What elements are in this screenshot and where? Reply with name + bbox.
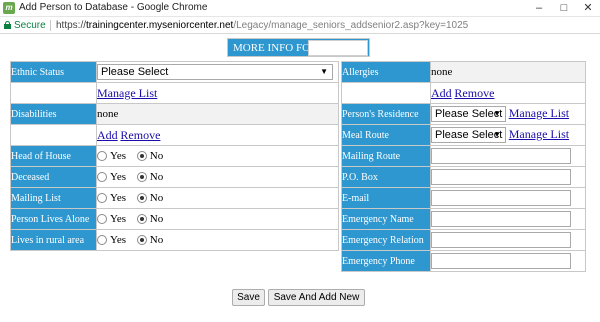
rural-area-no-radio[interactable] xyxy=(136,235,147,246)
emergency-phone-input[interactable] xyxy=(431,253,571,269)
disabilities-remove-link[interactable]: Remove xyxy=(120,128,160,142)
right-form-table: Allergies none Add Remove Person's Resid… xyxy=(341,61,586,272)
more-info-header: MORE INFO FOR xyxy=(227,38,370,57)
blank-cell xyxy=(10,82,97,104)
allergies-value: none xyxy=(430,61,586,83)
no-label: No xyxy=(149,192,164,205)
no-label: No xyxy=(149,150,164,163)
emergency-relation-input[interactable] xyxy=(431,232,571,248)
yes-label: Yes xyxy=(110,150,127,163)
deceased-no-radio[interactable] xyxy=(136,172,147,183)
yes-label: Yes xyxy=(110,234,127,247)
residence-manage-list-link[interactable]: Manage List xyxy=(509,106,569,120)
mailing-list-label: Mailing List xyxy=(10,187,97,209)
mailing-list-no-radio[interactable] xyxy=(136,193,147,204)
window-title: Add Person to Database - Google Chrome xyxy=(19,2,208,13)
address-separator xyxy=(50,20,51,31)
chevron-down-icon: ▼ xyxy=(493,109,501,119)
url-host: trainingcenter.myseniorcenter.net xyxy=(86,20,234,31)
secure-label: Secure xyxy=(14,20,46,31)
disabilities-label: Disabilities xyxy=(10,103,97,125)
no-label: No xyxy=(149,171,164,184)
chevron-down-icon: ▼ xyxy=(493,130,501,140)
allergies-add-link[interactable]: Add xyxy=(431,86,452,100)
app-icon: m xyxy=(3,2,15,14)
more-info-label: MORE INFO FOR xyxy=(233,42,318,54)
mailing-list-yes-radio[interactable] xyxy=(97,193,107,204)
no-label: No xyxy=(149,213,164,226)
allergies-label: Allergies xyxy=(341,61,431,83)
disabilities-add-link[interactable]: Add xyxy=(97,128,118,142)
mailing-route-label: Mailing Route xyxy=(341,145,431,167)
rural-area-label: Lives in rural area xyxy=(10,229,97,251)
meal-route-manage-list-link[interactable]: Manage List xyxy=(509,127,569,141)
mailing-list-radios: Yes No xyxy=(96,187,339,209)
deceased-yes-radio[interactable] xyxy=(97,172,107,183)
rural-area-radios: Yes No xyxy=(96,229,339,251)
yes-label: Yes xyxy=(110,192,127,205)
emergency-phone-label: Emergency Phone xyxy=(341,250,431,272)
head-of-house-yes-radio[interactable] xyxy=(97,151,107,162)
window-titlebar: m Add Person to Database - Google Chrome… xyxy=(0,0,600,17)
emergency-name-input[interactable] xyxy=(431,211,571,227)
meal-route-label: Meal Route xyxy=(341,124,431,146)
ethnic-status-value: Please Select xyxy=(101,66,169,78)
deceased-radios: Yes No xyxy=(96,166,339,188)
head-of-house-no-radio[interactable] xyxy=(136,151,147,162)
lives-alone-radios: Yes No xyxy=(96,208,339,230)
lives-alone-label: Person Lives Alone xyxy=(10,208,97,230)
more-info-field[interactable] xyxy=(308,40,368,56)
head-of-house-label: Head of House xyxy=(10,145,97,167)
save-and-add-new-button[interactable]: Save And Add New xyxy=(268,289,365,306)
yes-label: Yes xyxy=(110,213,127,226)
no-label: No xyxy=(149,234,164,247)
deceased-label: Deceased xyxy=(10,166,97,188)
left-form-table: Ethnic Status Please Select ▼ Manage Lis… xyxy=(10,61,339,251)
maximize-icon[interactable]: □ xyxy=(552,0,576,17)
close-icon[interactable]: ✕ xyxy=(576,0,600,17)
yes-label: Yes xyxy=(110,171,127,184)
blank-cell xyxy=(10,124,97,146)
url-path: /Legacy/manage_seniors_addsenior2.asp?ke… xyxy=(233,20,469,31)
chevron-down-icon: ▼ xyxy=(320,67,328,76)
po-box-label: P.O. Box xyxy=(341,166,431,188)
minimize-icon[interactable]: – xyxy=(527,0,551,17)
ethnic-manage-list-link[interactable]: Manage List xyxy=(97,86,157,100)
residence-label: Person's Residence xyxy=(341,103,431,125)
allergies-remove-link[interactable]: Remove xyxy=(454,86,494,100)
blank-cell xyxy=(341,82,431,104)
email-input[interactable] xyxy=(431,190,571,206)
url-scheme: https:// xyxy=(56,20,87,31)
meal-route-select[interactable]: Please Select ▼ xyxy=(431,127,506,144)
disabilities-value: none xyxy=(96,103,339,125)
head-of-house-radios: Yes No xyxy=(96,145,339,167)
residence-select[interactable]: Please Select ▼ xyxy=(431,106,506,123)
lock-icon xyxy=(4,21,11,29)
save-button[interactable]: Save xyxy=(232,289,265,306)
url-text[interactable]: https://trainingcenter.myseniorcenter.ne… xyxy=(56,20,468,31)
rural-area-yes-radio[interactable] xyxy=(97,235,107,246)
address-bar[interactable]: Secure https://trainingcenter.myseniorce… xyxy=(0,17,600,34)
emergency-name-label: Emergency Name xyxy=(341,208,431,230)
lives-alone-yes-radio[interactable] xyxy=(97,214,107,225)
ethnic-status-select[interactable]: Please Select ▼ xyxy=(97,64,333,80)
ethnic-status-label: Ethnic Status xyxy=(10,61,97,83)
mailing-route-input[interactable] xyxy=(431,148,571,164)
lives-alone-no-radio[interactable] xyxy=(136,214,147,225)
page-content: MORE INFO FOR Ethnic Status Please Selec… xyxy=(0,35,600,322)
po-box-input[interactable] xyxy=(431,169,571,185)
emergency-relation-label: Emergency Relation xyxy=(341,229,431,251)
email-label: E-mail xyxy=(341,187,431,209)
